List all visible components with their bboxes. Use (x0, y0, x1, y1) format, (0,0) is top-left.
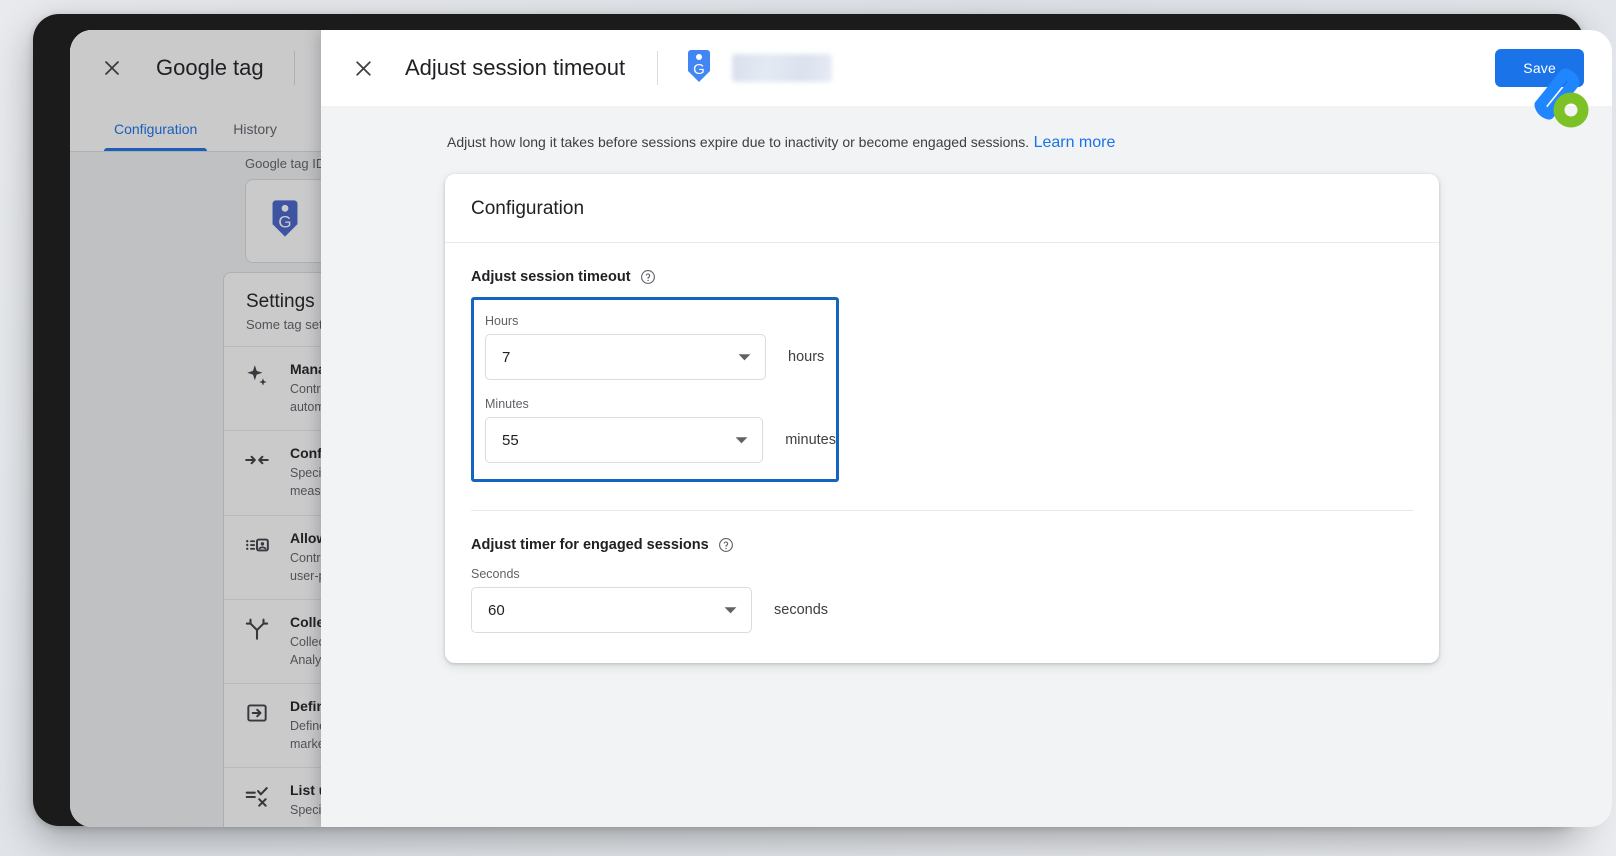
engaged-sessions-title: Adjust timer for engaged sessions (471, 537, 709, 553)
device-screen: Google tag G Configuration History Googl… (70, 30, 1612, 827)
seconds-select[interactable]: 60 (471, 587, 752, 633)
hours-value: 7 (502, 349, 510, 366)
configuration-card-header: Configuration (445, 174, 1439, 243)
seconds-value: 60 (488, 602, 505, 619)
configuration-card-title: Configuration (471, 198, 1411, 220)
device-frame: Google tag G Configuration History Googl… (33, 14, 1583, 826)
header-divider (657, 51, 658, 85)
google-tag-icon: G (684, 49, 714, 88)
save-button[interactable]: Save (1495, 49, 1584, 87)
configuration-card: Configuration Adjust session timeout (445, 174, 1439, 663)
minutes-value: 55 (502, 432, 519, 449)
overlay-description-bar: Adjust how long it takes before sessions… (321, 106, 1612, 152)
chevron-down-icon (735, 436, 748, 445)
engaged-sessions-heading-row: Adjust timer for engaged sessions (471, 537, 1413, 553)
property-name-redacted (732, 54, 832, 82)
page-title: Adjust session timeout (405, 55, 625, 81)
minutes-row: 55 minutes (485, 417, 836, 463)
seconds-row: 60 seconds (471, 587, 1413, 633)
hours-select[interactable]: 7 (485, 334, 766, 380)
session-timeout-highlight-box: Hours 7 hours (471, 297, 839, 482)
help-circle-icon[interactable] (718, 537, 734, 553)
hours-field: Hours 7 hours (485, 314, 836, 380)
hours-row: 7 hours (485, 334, 836, 380)
property-chip[interactable]: G (684, 49, 832, 88)
field-spacer (485, 380, 836, 397)
learn-more-link[interactable]: Learn more (1034, 134, 1116, 151)
session-timeout-heading-row: Adjust session timeout (471, 269, 1413, 285)
session-timeout-section: Adjust session timeout Hours (445, 243, 1439, 511)
session-timeout-title: Adjust session timeout (471, 269, 631, 285)
minutes-label: Minutes (485, 397, 836, 411)
close-icon[interactable] (343, 48, 383, 88)
seconds-label: Seconds (471, 567, 1413, 581)
overlay-description: Adjust how long it takes before sessions… (447, 134, 1029, 150)
chevron-down-icon (724, 606, 737, 615)
adjust-session-timeout-panel: Adjust session timeout G Save (321, 30, 1612, 827)
hours-unit: hours (788, 349, 824, 365)
seconds-unit: seconds (774, 602, 828, 618)
help-circle-icon[interactable] (640, 269, 656, 285)
engaged-sessions-section: Adjust timer for engaged sessions Second… (445, 511, 1439, 663)
minutes-unit: minutes (785, 432, 836, 448)
minutes-select[interactable]: 55 (485, 417, 763, 463)
svg-text:G: G (693, 61, 705, 78)
minutes-field: Minutes 55 minutes (485, 397, 836, 463)
chevron-down-icon (738, 353, 751, 362)
seconds-field: Seconds 60 seconds (471, 567, 1413, 633)
overlay-header: Adjust session timeout G Save (321, 30, 1612, 106)
hours-label: Hours (485, 314, 836, 328)
